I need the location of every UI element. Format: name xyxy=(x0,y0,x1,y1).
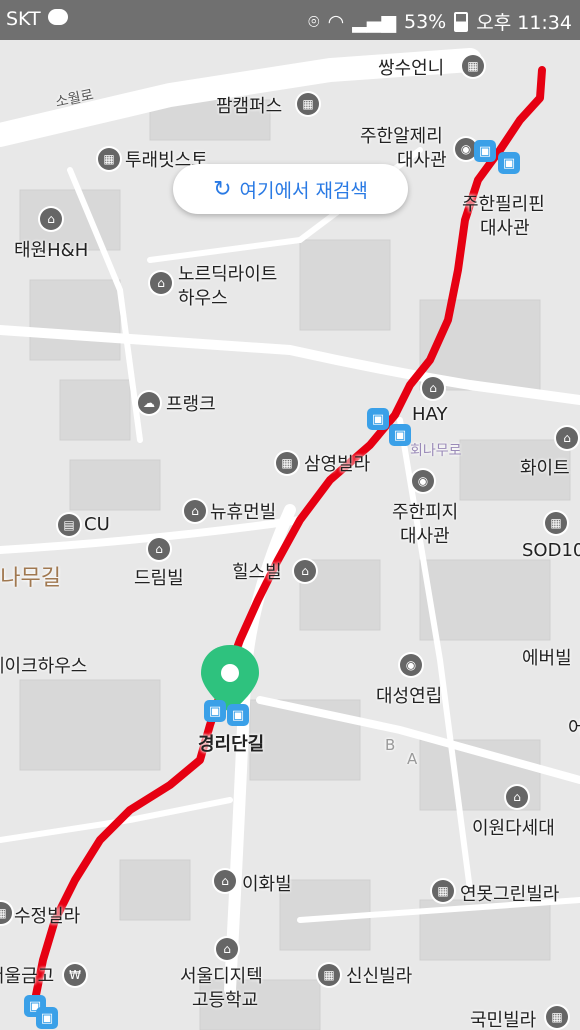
search-here-label: 여기에서 재검색 xyxy=(239,179,368,202)
place-label[interactable]: 신신빌라 xyxy=(346,962,412,988)
place-label[interactable]: 주한피지 xyxy=(392,498,458,524)
house-icon[interactable]: ⌂ xyxy=(294,560,316,582)
place-label[interactable]: CU xyxy=(84,514,110,535)
place-label[interactable]: 힐스빌 xyxy=(232,558,282,584)
place-label[interactable]: SOD10 xyxy=(522,540,580,561)
house-icon[interactable]: ⌂ xyxy=(506,786,528,808)
building-icon[interactable]: ▦ xyxy=(297,93,319,115)
place-label[interactable]: 고등학교 xyxy=(192,986,258,1012)
place-label[interactable]: 케이크하우스 xyxy=(0,652,87,678)
place-label[interactable]: 대사관 xyxy=(397,146,447,172)
house-icon[interactable]: ⌂ xyxy=(150,272,172,294)
place-label[interactable]: 하우스 xyxy=(178,284,228,310)
place-label[interactable]: 뉴휴먼빌 xyxy=(210,498,276,524)
bus-stop-icon[interactable]: ▣ xyxy=(367,408,389,430)
place-label[interactable]: 어 xyxy=(568,714,580,740)
house-icon[interactable]: ⌂ xyxy=(40,208,62,230)
store-icon[interactable]: ▤ xyxy=(58,514,80,536)
place-label[interactable]: 드림빌 xyxy=(134,564,184,590)
status-bar: SKT ⌾ ◠ ▂▄▆ 53% 오후 11:34 xyxy=(0,0,580,40)
place-label[interactable]: 팜캠퍼스 xyxy=(216,92,282,118)
house-icon[interactable]: ⌂ xyxy=(422,377,444,399)
place-label[interactable]: 대사관 xyxy=(480,214,530,240)
cloud-icon[interactable]: ☁ xyxy=(138,392,160,414)
bus-stop-icon[interactable]: ▣ xyxy=(227,704,249,726)
place-label[interactable]: 수정빌라 xyxy=(14,902,80,928)
place-label[interactable]: HAY xyxy=(412,404,447,425)
house-icon[interactable]: ⌂ xyxy=(556,427,578,449)
building-icon[interactable]: ▦ xyxy=(546,1006,568,1028)
building-icon[interactable]: ▦ xyxy=(432,880,454,902)
battery-percent: 53% xyxy=(404,10,447,33)
place-label[interactable]: 경리단길 xyxy=(198,730,264,756)
chat-icon xyxy=(48,9,68,25)
place-label[interactable]: 노르딕라이트 xyxy=(178,260,277,286)
place-label[interactable]: 에버빌 xyxy=(522,644,572,670)
place-label[interactable]: 주한알제리 xyxy=(360,122,443,148)
bus-stop-icon[interactable]: ▣ xyxy=(389,424,411,446)
map-view[interactable]: 소월로 쌍수언니 ▦ 팜캠퍼스 ▦ 주한알제리 대사관 ◉ ▣ ▣ ▦ 투래빗스… xyxy=(0,40,580,1030)
building-label: B xyxy=(385,736,396,754)
refresh-icon: ↻ xyxy=(213,176,232,202)
school-icon[interactable]: ⌂ xyxy=(216,938,238,960)
building-icon[interactable]: ▦ xyxy=(98,148,120,170)
bus-stop-icon[interactable]: ▣ xyxy=(204,700,226,722)
battery-icon xyxy=(454,11,469,32)
building-icon[interactable]: ▦ xyxy=(276,452,298,474)
embassy-icon[interactable]: ◉ xyxy=(400,654,422,676)
place-label[interactable]: 화이트 xyxy=(520,454,570,480)
place-label[interactable]: 쌍수언니 xyxy=(378,54,444,80)
building-icon[interactable]: ▦ xyxy=(318,964,340,986)
place-label[interactable]: 태원H&H xyxy=(14,236,88,262)
place-label[interactable]: 대사관 xyxy=(400,522,450,548)
place-label[interactable]: 주한필리핀 xyxy=(462,190,545,216)
building-icon[interactable]: ▦ xyxy=(545,512,567,534)
house-icon[interactable]: ⌂ xyxy=(148,538,170,560)
bank-icon[interactable]: ₩ xyxy=(64,964,86,986)
bus-stop-icon[interactable]: ▣ xyxy=(474,140,496,162)
place-label[interactable]: 서울금고 xyxy=(0,962,54,988)
location-icon: ⌾ xyxy=(308,10,320,33)
place-label[interactable]: 서울디지텍 xyxy=(180,962,263,988)
building-label: A xyxy=(407,750,418,768)
wifi-icon: ◠ xyxy=(327,10,345,33)
house-icon[interactable]: ⌂ xyxy=(214,870,236,892)
carrier-label: SKT xyxy=(6,8,41,30)
place-label[interactable]: 삼영빌라 xyxy=(304,450,370,476)
place-label[interactable]: 프랭크 xyxy=(166,390,216,416)
embassy-icon[interactable]: ◉ xyxy=(412,470,434,492)
road-label: 회나무길 xyxy=(0,566,61,591)
house-icon[interactable]: ⌂ xyxy=(184,500,206,522)
bus-stop-icon[interactable]: ▣ xyxy=(498,152,520,174)
place-label[interactable]: 이화빌 xyxy=(242,870,292,896)
signal-icon: ▂▄▆ xyxy=(352,10,396,33)
place-label[interactable]: 연못그린빌라 xyxy=(460,880,559,906)
search-here-button[interactable]: ↻ 여기에서 재검색 xyxy=(173,164,408,214)
place-label[interactable]: 국민빌라 xyxy=(470,1006,536,1030)
place-label[interactable]: 이원다세대 xyxy=(472,814,555,840)
clock: 오후 11:34 xyxy=(476,12,572,34)
bus-stop-icon[interactable]: ▣ xyxy=(36,1007,58,1029)
road-label: 회나무로 xyxy=(410,443,462,459)
building-icon[interactable]: ▦ xyxy=(462,55,484,77)
place-label[interactable]: 대성연립 xyxy=(376,682,442,708)
